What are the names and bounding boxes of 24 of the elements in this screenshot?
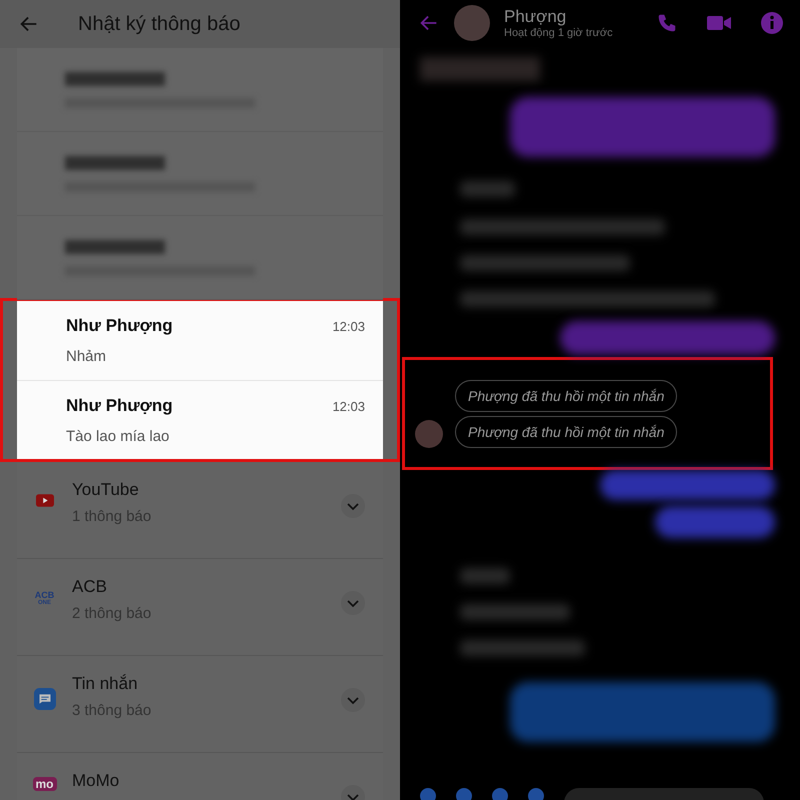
expand-chevron-icon[interactable] [341,591,365,615]
message-time: 12:03 [332,398,365,414]
app-name: MoMo [72,771,120,791]
app-name: YouTube [72,480,140,500]
info-icon[interactable] [760,10,784,34]
avatar [415,420,443,448]
message-text: Nhảm [66,348,108,365]
app-name: Tin nhắn [72,674,139,694]
expand-chevron-icon[interactable] [341,494,365,518]
message-time: 12:03 [332,318,365,334]
message-text: Tào lao mía lao [66,428,170,445]
recalled-message-bubble: Phượng đã thu hồi một tin nhắn [455,380,678,412]
sender-name: Như Phượng [66,396,173,416]
expand-chevron-icon[interactable] [341,688,365,712]
app-name: ACB [72,577,108,597]
message-icon [34,688,56,710]
wallet-logo-icon: mo [32,777,56,791]
activity-status: Hoạt động 1 giờ trước [504,26,614,38]
play-icon [36,494,54,507]
screen-title: Nhật ký thông báo [78,12,240,36]
recalled-message-bubble: Phượng đã thu hồi một tin nhắn [455,416,678,448]
avatar [454,4,490,40]
contact-name: Phượng [504,6,568,26]
sender-name: Như Phượng [66,316,173,336]
